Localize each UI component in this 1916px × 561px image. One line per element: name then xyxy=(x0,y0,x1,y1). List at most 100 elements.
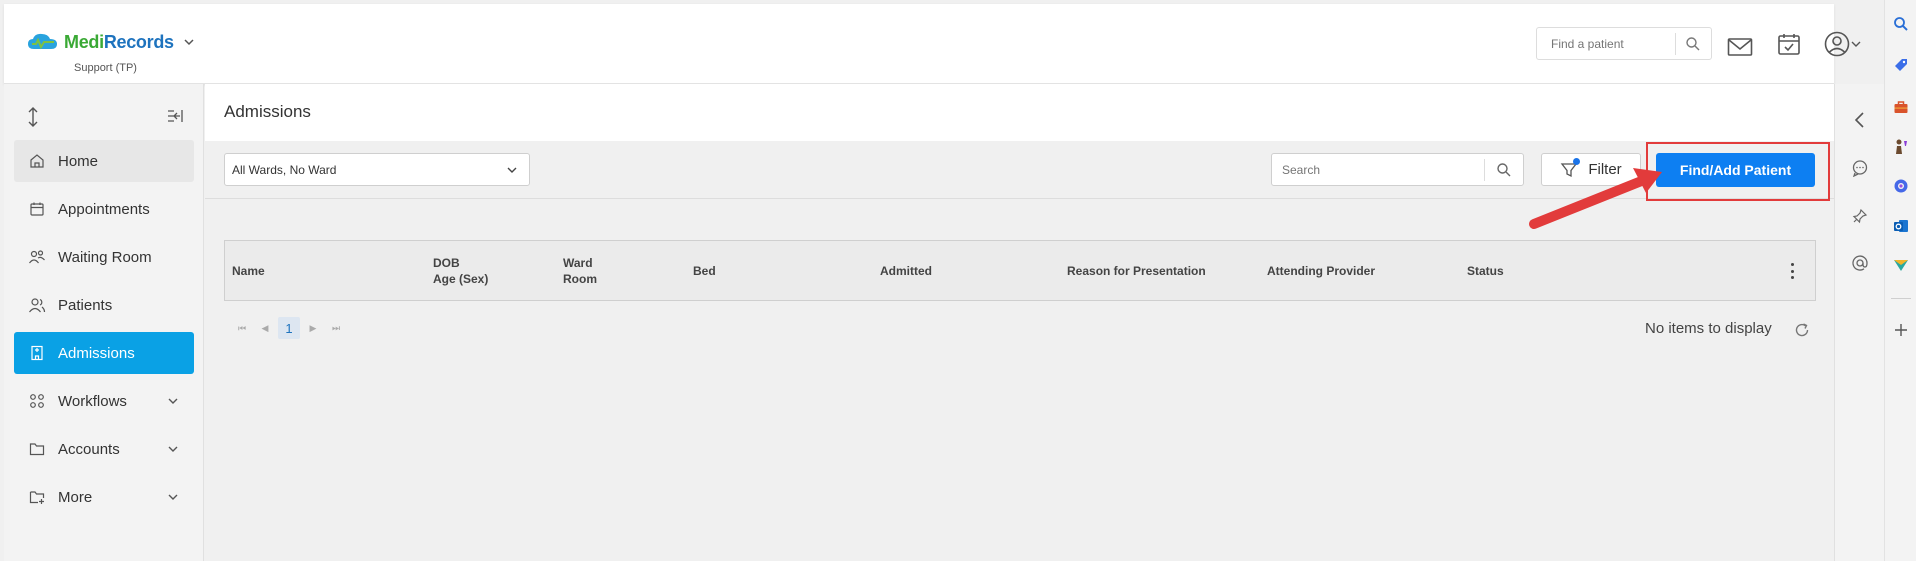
column-header-ward[interactable]: Ward Room xyxy=(563,241,597,300)
top-header: MediRecords Support (TP) xyxy=(4,4,1861,84)
resize-handle[interactable] xyxy=(26,106,40,133)
sidebar-item-appointments[interactable]: Appointments xyxy=(14,188,194,230)
admissions-grid-header: Name DOB Age (Sex) Ward Room Bed Admitted … xyxy=(224,240,1816,301)
tag-icon xyxy=(1895,59,1907,71)
toolbox-icon xyxy=(1894,101,1908,113)
outlook-extension[interactable] xyxy=(1890,215,1912,237)
chat-icon xyxy=(1852,160,1868,177)
column-header-bed[interactable]: Bed xyxy=(693,241,716,300)
patients-icon xyxy=(28,296,46,314)
sidebar-item-label: Waiting Room xyxy=(58,248,152,266)
column-header-admitted[interactable]: Admitted xyxy=(880,241,932,300)
chevron-down-icon xyxy=(1851,41,1861,47)
page-title: Admissions xyxy=(224,102,311,121)
divider xyxy=(1891,298,1911,299)
search-extension[interactable] xyxy=(1890,13,1912,35)
admissions-search[interactable] xyxy=(1271,153,1524,186)
calendar-icon xyxy=(28,200,46,218)
column-header-status[interactable]: Status xyxy=(1467,241,1504,300)
user-menu[interactable] xyxy=(1822,31,1864,57)
tenant-label: Support (TP) xyxy=(74,62,137,74)
paper-plane-icon xyxy=(1894,260,1908,271)
first-page-button[interactable]: ⏮ xyxy=(232,318,252,338)
send-extension[interactable] xyxy=(1890,254,1912,276)
brand-name: MediRecords xyxy=(64,31,174,52)
column-header-dob[interactable]: DOB Age (Sex) xyxy=(433,241,488,300)
search-icon xyxy=(1894,17,1908,31)
sidebar-item-label: Accounts xyxy=(58,440,120,458)
chevron-down-icon xyxy=(168,494,178,500)
column-header-reason[interactable]: Reason for Presentation xyxy=(1067,241,1206,300)
at-icon xyxy=(1852,255,1868,271)
tag-extension[interactable] xyxy=(1890,54,1912,76)
sidebar-item-label: Admissions xyxy=(58,344,135,362)
sidebar-item-home[interactable]: Home xyxy=(14,140,194,182)
app-logo[interactable]: MediRecords xyxy=(26,31,196,53)
last-page-button[interactable]: ⏭ xyxy=(326,318,346,338)
mention-button[interactable] xyxy=(1849,252,1871,274)
calendar-check-icon xyxy=(1778,34,1800,55)
collapse-sidebar-button[interactable] xyxy=(166,108,184,129)
admissions-search-input[interactable] xyxy=(1272,154,1485,185)
collapse-panel-button[interactable] xyxy=(1849,109,1871,131)
main-content: Admissions All Wards, No Ward Filter Fin… xyxy=(205,84,1834,561)
ward-filter-value: All Wards, No Ward xyxy=(232,162,337,177)
sidebar-item-label: Workflows xyxy=(58,392,127,410)
chevron-down-icon xyxy=(168,398,178,404)
building-icon xyxy=(28,344,46,362)
calendar-button[interactable] xyxy=(1775,31,1803,57)
sidebar-item-waiting-room[interactable]: Waiting Room xyxy=(14,236,194,278)
sidebar-item-patients[interactable]: Patients xyxy=(14,284,194,326)
pin-icon xyxy=(1852,208,1868,224)
copilot-extension[interactable] xyxy=(1890,175,1912,197)
current-page[interactable]: 1 xyxy=(278,317,300,339)
refresh-icon[interactable] xyxy=(1793,321,1811,339)
sidebar: Home Appointments Waiting Room Patients … xyxy=(4,84,204,561)
copilot-icon xyxy=(1894,179,1908,193)
chess-extension[interactable] xyxy=(1890,136,1912,158)
home-icon xyxy=(28,152,46,170)
pager: ⏮ ◀ 1 ▶ ⏭ xyxy=(232,317,349,339)
mail-icon xyxy=(1727,38,1753,56)
column-menu-icon[interactable] xyxy=(1787,263,1797,279)
sidebar-item-more[interactable]: More xyxy=(14,476,194,518)
browser-side-rail xyxy=(1884,0,1916,561)
collapse-left-icon xyxy=(168,110,183,122)
chevron-left-icon xyxy=(1854,112,1864,128)
ward-filter-select[interactable]: All Wards, No Ward xyxy=(224,153,530,186)
messages-button[interactable] xyxy=(1726,34,1754,60)
search-icon xyxy=(1686,36,1700,50)
patient-search-input[interactable] xyxy=(1537,28,1675,59)
user-avatar-icon xyxy=(1824,31,1850,57)
vertical-arrows-icon xyxy=(28,107,38,127)
cloud-logo-icon xyxy=(28,33,57,50)
sidebar-item-workflows[interactable]: Workflows xyxy=(14,380,194,422)
sidebar-item-label: Appointments xyxy=(58,200,150,218)
add-extension-button[interactable] xyxy=(1890,319,1912,341)
patient-search[interactable] xyxy=(1536,27,1712,60)
sidebar-item-label: More xyxy=(58,488,93,506)
chevron-down-icon[interactable] xyxy=(182,35,196,49)
column-header-name[interactable]: Name xyxy=(232,241,265,300)
pin-button[interactable] xyxy=(1849,205,1871,227)
sidebar-item-label: Home xyxy=(58,152,99,170)
highlight-annotation xyxy=(1646,142,1830,201)
prev-page-button[interactable]: ◀ xyxy=(255,318,275,338)
toolbox-extension[interactable] xyxy=(1890,96,1912,118)
admissions-search-button[interactable] xyxy=(1485,154,1523,185)
arrow-annotation xyxy=(1529,168,1662,229)
plus-icon xyxy=(1895,324,1907,336)
empty-state-text: No items to display xyxy=(1645,320,1772,337)
outlook-icon xyxy=(1894,220,1908,232)
patient-search-button[interactable] xyxy=(1676,28,1711,59)
side-panel xyxy=(1834,84,1884,561)
workflow-icon xyxy=(28,392,46,410)
sidebar-item-admissions[interactable]: Admissions xyxy=(14,332,194,374)
people-icon xyxy=(28,248,46,266)
sidebar-item-accounts[interactable]: Accounts xyxy=(14,428,194,470)
column-header-provider[interactable]: Attending Provider xyxy=(1267,241,1375,300)
next-page-button[interactable]: ▶ xyxy=(303,318,323,338)
chat-button[interactable] xyxy=(1849,157,1871,179)
folder-icon xyxy=(28,440,46,458)
title-bar: Admissions xyxy=(205,84,1834,141)
